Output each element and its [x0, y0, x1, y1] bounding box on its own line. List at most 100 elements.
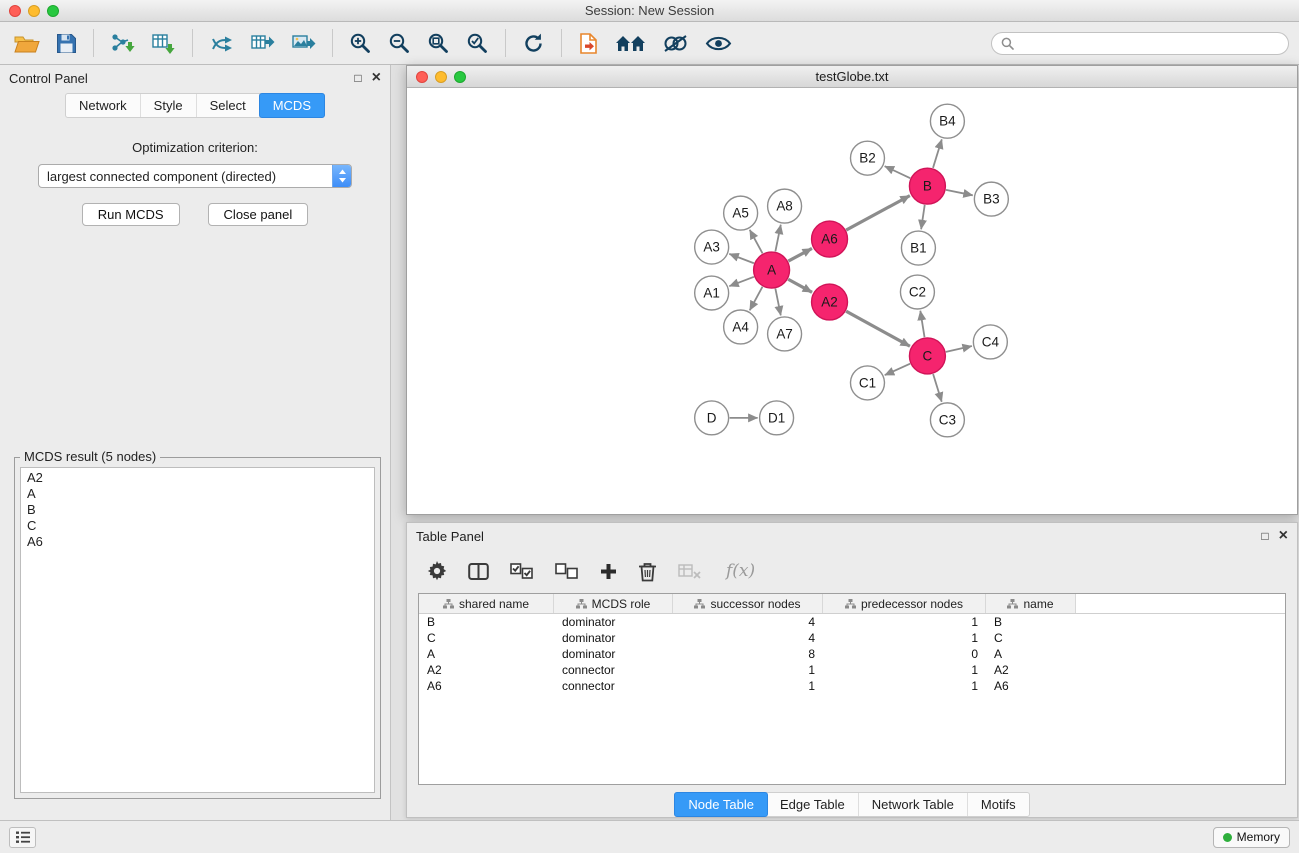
column-header-successor-nodes[interactable]: successor nodes [673, 594, 823, 613]
session-title: Session: New Session [585, 3, 714, 18]
graph-edge-A-A5[interactable] [750, 230, 763, 254]
graph-edge-B-B1[interactable] [921, 205, 925, 229]
graph-node-label-C2: C2 [909, 285, 926, 300]
open-folder-icon[interactable] [10, 31, 44, 56]
mcds-result-item[interactable]: A6 [21, 534, 374, 550]
home-views-icon[interactable] [611, 31, 650, 55]
save-icon[interactable] [52, 31, 81, 56]
graph-edge-B-B3[interactable] [946, 190, 973, 195]
graph-node-label-C4: C4 [982, 334, 1000, 349]
tab-edge-table[interactable]: Edge Table [767, 793, 859, 816]
table-panel-title: Table Panel [416, 529, 484, 544]
memory-status-icon [1223, 833, 1232, 842]
search-input[interactable] [1019, 36, 1279, 50]
refresh-icon[interactable] [518, 30, 549, 57]
graph-node-label-A6: A6 [821, 232, 837, 247]
hide-graphics-details-icon[interactable] [658, 31, 693, 56]
delete-row-icon[interactable] [636, 559, 659, 584]
close-window-icon[interactable] [9, 5, 21, 17]
table-row[interactable]: Cdominator41C [419, 630, 1285, 646]
import-table-file-icon[interactable] [147, 30, 180, 57]
tab-select[interactable]: Select [197, 94, 260, 117]
table-cell: B [419, 614, 554, 630]
settings-gear-icon[interactable] [425, 559, 449, 583]
tab-network-table[interactable]: Network Table [859, 793, 968, 816]
task-history-button[interactable] [9, 827, 36, 848]
export-network-icon[interactable] [205, 30, 238, 57]
graph-edge-C-C4[interactable] [946, 346, 972, 352]
run-mcds-button[interactable]: Run MCDS [82, 203, 180, 226]
zoom-fit-icon[interactable] [423, 30, 454, 57]
export-image-icon[interactable] [287, 30, 320, 57]
add-row-icon[interactable] [598, 561, 619, 582]
toolbar-separator [192, 29, 193, 57]
table-row[interactable]: A2connector11A2 [419, 662, 1285, 678]
tab-mcds[interactable]: MCDS [259, 93, 325, 118]
search-box[interactable] [991, 32, 1289, 55]
import-network-file-icon[interactable] [106, 30, 139, 57]
graph-edge-A-A1[interactable] [729, 277, 754, 286]
mcds-result-item[interactable]: C [21, 518, 374, 534]
select-all-icon[interactable] [508, 561, 536, 582]
network-graph[interactable]: AA1A2A3A4A5A6A7A8BB1B2B3B4CC1C2C3C4DD1 [407, 88, 1297, 514]
tab-style[interactable]: Style [141, 94, 197, 117]
table-cell: A6 [419, 678, 554, 694]
zoom-selected-icon[interactable] [462, 30, 493, 57]
minimize-window-icon[interactable] [28, 5, 40, 17]
graph-edge-B-B4[interactable] [933, 139, 942, 168]
close-panel-icon[interactable]: × [372, 70, 381, 86]
graph-edge-C-C1[interactable] [885, 364, 910, 375]
float-panel-icon[interactable]: □ [354, 72, 361, 84]
close-table-panel-icon[interactable]: × [1279, 528, 1288, 544]
table-cell: A [986, 646, 1076, 662]
graph-edge-B-B2[interactable] [885, 166, 911, 178]
graph-edge-A-A7[interactable] [775, 289, 780, 316]
network-canvas[interactable]: AA1A2A3A4A5A6A7A8BB1B2B3B4CC1C2C3C4DD1 [407, 88, 1297, 514]
zoom-in-icon[interactable] [345, 30, 376, 57]
column-browser-icon[interactable] [466, 560, 491, 583]
tab-motifs[interactable]: Motifs [968, 793, 1029, 816]
float-table-panel-icon[interactable]: □ [1261, 530, 1268, 542]
function-builder-icon[interactable]: f(x) [726, 561, 755, 581]
graph-node-label-B2: B2 [859, 151, 875, 166]
zoom-network-window-icon[interactable] [454, 71, 466, 83]
minimize-network-window-icon[interactable] [435, 71, 447, 83]
open-annotation-icon[interactable] [574, 30, 603, 57]
zoom-window-icon[interactable] [47, 5, 59, 17]
column-header-predecessor-nodes[interactable]: predecessor nodes [823, 594, 986, 613]
export-table-icon[interactable] [246, 30, 279, 57]
table-row[interactable]: A6connector11A6 [419, 678, 1285, 694]
mcds-result-item[interactable]: B [21, 502, 374, 518]
graph-edge-A-A6[interactable] [788, 248, 812, 261]
close-network-window-icon[interactable] [416, 71, 428, 83]
unselect-all-icon[interactable] [553, 561, 581, 582]
graph-edge-A6-B[interactable] [846, 196, 910, 230]
column-header-shared-name[interactable]: shared name [419, 594, 554, 613]
search-icon [1001, 37, 1014, 50]
table-cell: 1 [823, 614, 986, 630]
zoom-out-icon[interactable] [384, 30, 415, 57]
graph-edge-A-A2[interactable] [788, 279, 812, 292]
mcds-result-item[interactable]: A [21, 486, 374, 502]
table-cell: 4 [673, 614, 823, 630]
table-row[interactable]: Adominator80A [419, 646, 1285, 662]
graph-edge-A2-C[interactable] [846, 311, 910, 346]
eye-icon[interactable] [701, 32, 736, 55]
graph-edge-A-A8[interactable] [775, 225, 780, 252]
mcds-result-list[interactable]: A2ABCA6 [20, 467, 375, 793]
criterion-dropdown[interactable]: largest connected component (directed) [38, 164, 352, 188]
column-header-name[interactable]: name [986, 594, 1076, 613]
tab-network[interactable]: Network [66, 94, 141, 117]
table-row[interactable]: Bdominator41B [419, 614, 1285, 630]
close-panel-button[interactable]: Close panel [208, 203, 309, 226]
graph-edge-A-A3[interactable] [729, 254, 754, 263]
graph-edge-C-C3[interactable] [933, 374, 942, 402]
mcds-result-item[interactable]: A2 [21, 470, 374, 486]
table-cell: A [419, 646, 554, 662]
graph-edge-A-A4[interactable] [750, 287, 763, 311]
memory-button[interactable]: Memory [1213, 827, 1290, 848]
graph-edge-C-C2[interactable] [920, 311, 924, 337]
tab-node-table[interactable]: Node Table [674, 792, 768, 817]
control-panel-tabs: NetworkStyleSelectMCDS [65, 93, 325, 118]
column-header-mcds-role[interactable]: MCDS role [554, 594, 673, 613]
